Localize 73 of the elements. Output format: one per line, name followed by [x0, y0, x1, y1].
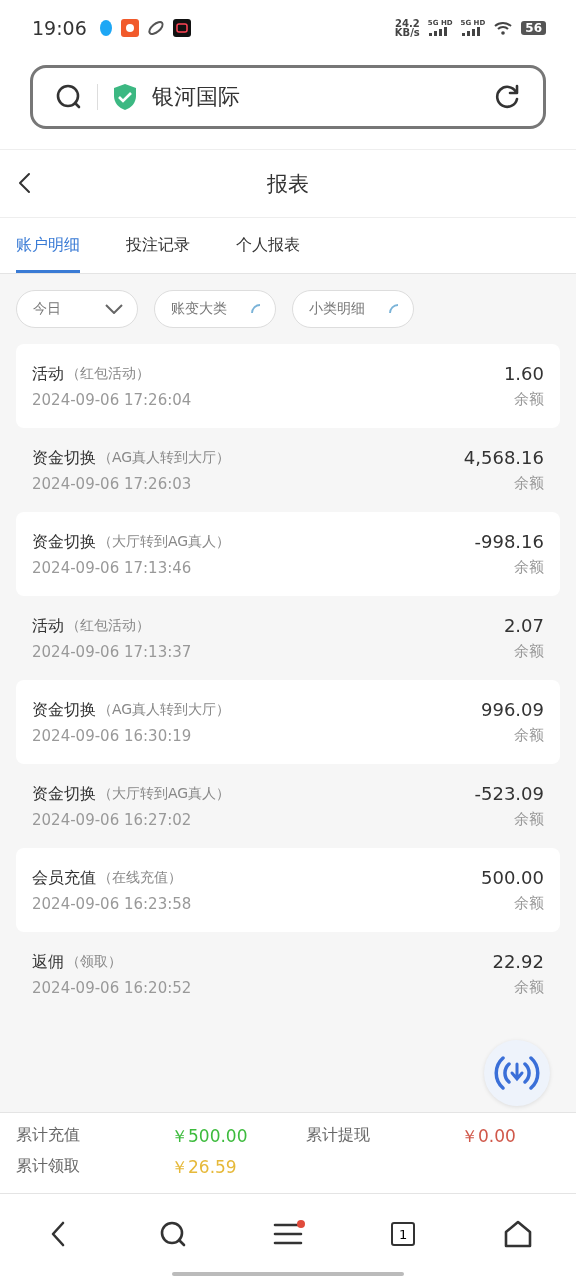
tab[interactable]: 账户明细: [16, 218, 80, 273]
record-amount: 4,568.16: [463, 447, 544, 468]
download-button[interactable]: [484, 1040, 550, 1106]
record-time: 2024-09-06 17:13:46: [32, 558, 192, 577]
record-time: 2024-09-06 16:20:52: [32, 978, 192, 997]
search-icon[interactable]: [55, 83, 83, 111]
record-time: 2024-09-06 17:26:04: [32, 390, 192, 409]
balance-label: 余额: [514, 558, 544, 577]
record-note: （红包活动）: [66, 365, 150, 383]
home-icon[interactable]: [503, 1219, 534, 1249]
record-title: 会员充值: [32, 867, 96, 889]
record-note: （大厅转到AG真人）: [98, 785, 231, 803]
record-time: 2024-09-06 16:23:58: [32, 894, 192, 913]
record-note: （领取）: [66, 953, 122, 971]
clock-time: 19:06: [32, 16, 87, 39]
record-title: 活动: [32, 615, 64, 637]
network-speed: 24.2 KB/s: [394, 18, 420, 37]
address-bar[interactable]: 银河国际: [30, 65, 546, 129]
summary-value: ￥26.59: [171, 1156, 238, 1179]
record-amount: 996.09: [481, 699, 544, 720]
record-time: 2024-09-06 17:13:37: [32, 642, 192, 661]
balance-label: 余额: [514, 978, 544, 997]
summary-label: 累计提现: [306, 1125, 371, 1146]
menu-icon[interactable]: [272, 1221, 303, 1247]
record-amount: 500.00: [481, 867, 544, 888]
record-title: 资金切换: [32, 531, 96, 553]
tab[interactable]: 投注记录: [126, 218, 190, 273]
record-note: （AG真人转到大厅）: [98, 701, 231, 719]
balance-label: 余额: [514, 642, 544, 661]
filter-dropdown[interactable]: 小类明细: [292, 290, 414, 328]
refresh-icon[interactable]: [493, 83, 521, 111]
page-title: 报表: [267, 170, 309, 198]
filter-dropdown[interactable]: 账变大类: [154, 290, 276, 328]
record-amount: 22.92: [492, 951, 544, 972]
record-amount: -998.16: [474, 531, 544, 552]
record-amount: 2.07: [503, 615, 544, 636]
record-title: 资金切换: [32, 783, 96, 805]
tab[interactable]: 个人报表: [236, 218, 300, 273]
record-note: （大厅转到AG真人）: [98, 533, 231, 551]
summary-label: 累计领取: [16, 1156, 81, 1177]
record-amount: 1.60: [503, 363, 544, 384]
record-title: 资金切换: [32, 447, 96, 469]
record-amount: -523.09: [474, 783, 544, 804]
balance-label: 余额: [514, 390, 544, 409]
record-time: 2024-09-06 16:30:19: [32, 726, 192, 745]
record-title: 资金切换: [32, 699, 96, 721]
app-icon: [120, 18, 139, 37]
back-icon[interactable]: [49, 1221, 66, 1247]
record-note: （AG真人转到大厅）: [98, 449, 231, 467]
record-title: 活动: [32, 363, 64, 385]
wifi-icon: [493, 20, 514, 35]
shield-check-icon: [112, 83, 138, 111]
chevron-down-icon: [105, 304, 123, 314]
battery-level: 56: [521, 20, 546, 35]
summary-label: 累计充值: [16, 1125, 81, 1146]
loading-spinner-icon: [389, 304, 399, 314]
balance-label: 余额: [514, 474, 544, 493]
download-signal-icon: [494, 1054, 540, 1092]
tab-switcher-button[interactable]: 1: [391, 1222, 416, 1246]
summary-value: ￥0.00: [461, 1125, 517, 1148]
record-title: 返佣: [32, 951, 64, 973]
balance-label: 余额: [514, 810, 544, 829]
record-note: （红包活动）: [66, 617, 150, 635]
record-note: （在线充值）: [98, 869, 182, 887]
balance-label: 余额: [514, 894, 544, 913]
video-icon: [172, 18, 191, 37]
record-time: 2024-09-06 16:27:02: [32, 810, 192, 829]
loading-spinner-icon: [251, 304, 261, 314]
record-time: 2024-09-06 17:26:03: [32, 474, 192, 493]
summary-value: ￥500.00: [171, 1125, 249, 1148]
site-title: 银河国际: [152, 83, 241, 111]
balance-label: 余额: [514, 726, 544, 745]
filter-dropdown[interactable]: 今日: [16, 290, 138, 328]
